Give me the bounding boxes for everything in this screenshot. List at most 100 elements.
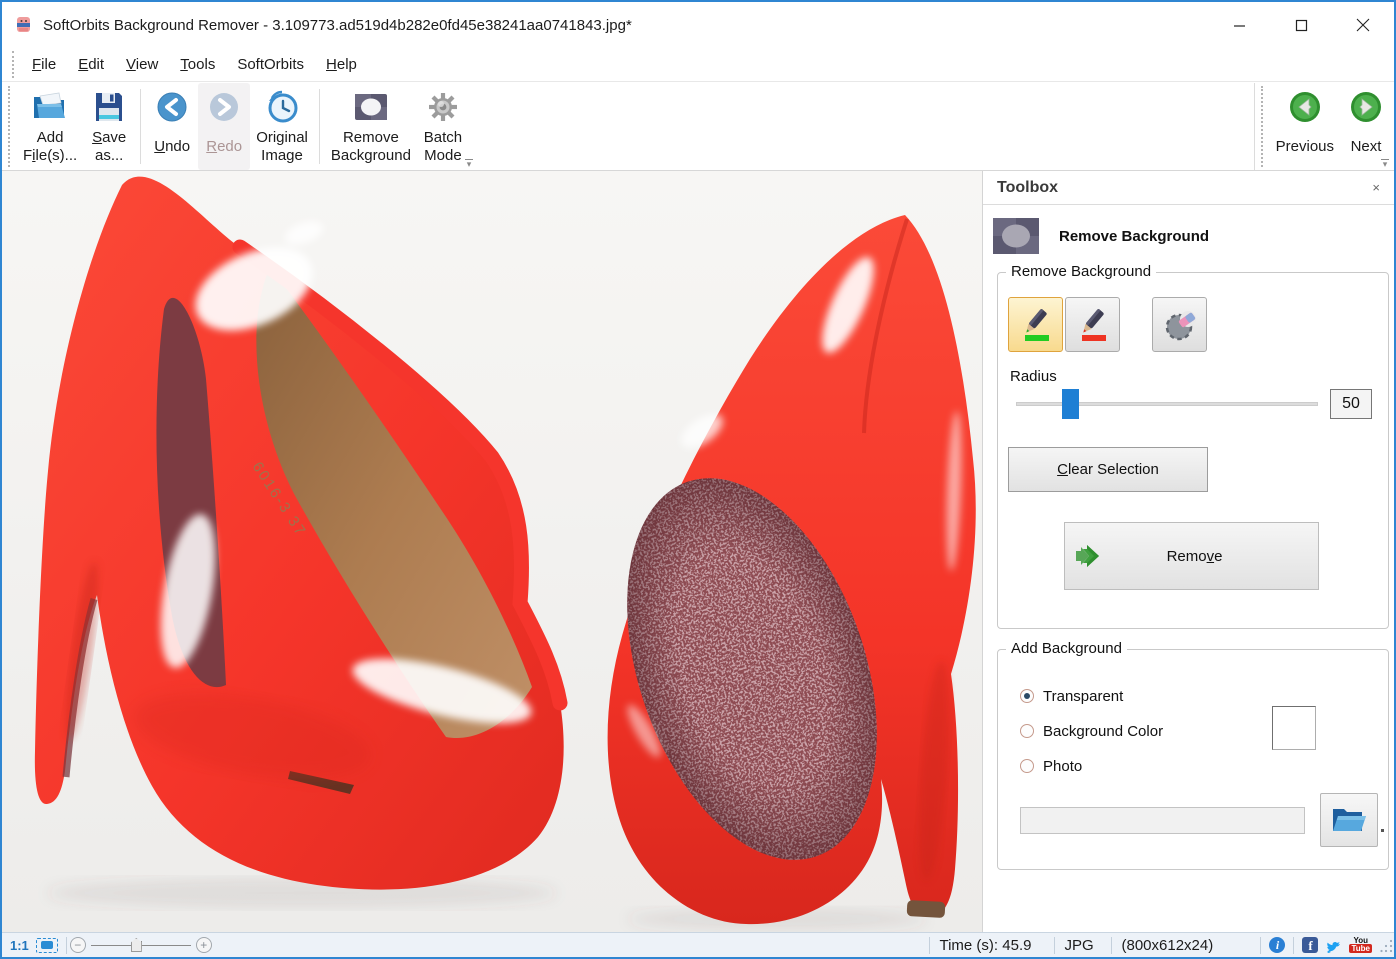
radius-value-input[interactable] <box>1330 389 1372 419</box>
maximize-icon <box>1295 19 1308 32</box>
statusbar: 1:1 − + Time (s): 45.9 JPG (800x612x24) … <box>2 932 1394 957</box>
history-clock-icon <box>265 88 299 126</box>
tool-head-label: Remove Background <box>1059 228 1209 245</box>
menu-file[interactable]: File <box>32 56 56 73</box>
smart-eraser-icon <box>1160 305 1200 345</box>
statusbar-separator <box>1260 937 1261 954</box>
redo-label: Redo <box>206 138 242 156</box>
remove-button[interactable]: Remove <box>1064 522 1319 590</box>
maximize-button[interactable] <box>1270 2 1332 48</box>
original-image-label-1: Original <box>256 129 308 147</box>
next-icon <box>1349 88 1383 126</box>
photo-path-input[interactable] <box>1020 807 1305 834</box>
batch-gear-icon <box>426 88 460 126</box>
zoom-out-icon[interactable]: − <box>70 937 86 953</box>
save-as-label-2: as... <box>95 147 123 165</box>
redo-icon <box>208 88 240 126</box>
photo-label: Photo <box>1043 758 1082 775</box>
photo-radio[interactable] <box>1020 759 1034 773</box>
zoom-in-icon[interactable]: + <box>196 937 212 953</box>
tool-head: Remove Background <box>983 205 1394 264</box>
titlebar: SoftOrbits Background Remover - 3.109773… <box>2 2 1394 48</box>
menubar: File Edit View Tools SoftOrbits Help <box>2 48 1394 82</box>
toolbox-title: Toolbox <box>997 179 1058 197</box>
minimize-button[interactable] <box>1208 2 1270 48</box>
remove-background-group-label: Remove Background <box>1006 263 1156 280</box>
toolbar: Add File(s)... Save as... <box>2 82 1394 171</box>
close-icon <box>1356 18 1370 32</box>
previous-label: Previous <box>1276 138 1334 156</box>
minimize-icon <box>1233 19 1246 32</box>
undo-label: Undo <box>154 138 190 156</box>
background-color-option[interactable]: Background Color <box>1020 720 1378 742</box>
remove-background-label-2: Background <box>331 147 411 165</box>
menubar-grip[interactable] <box>12 51 17 78</box>
nav-toolbar-overflow-chevron[interactable]: ▾ <box>1380 159 1390 168</box>
transparent-radio[interactable] <box>1020 689 1034 703</box>
info-icon[interactable]: i <box>1269 937 1285 953</box>
original-image-button[interactable]: Original Image <box>250 83 314 170</box>
zoom-ratio-button[interactable]: 1:1 <box>10 938 29 953</box>
browse-photo-button[interactable] <box>1320 793 1378 847</box>
redo-button[interactable]: Redo <box>198 83 250 170</box>
remove-background-label-1: Remove <box>343 129 399 147</box>
navigation-toolbar: Previous Next <box>1254 83 1392 170</box>
remove-arrow-icon <box>1075 544 1105 568</box>
browse-more-dot <box>1381 829 1384 832</box>
background-color-swatch[interactable] <box>1272 706 1316 750</box>
toolbox-close-icon[interactable]: × <box>1372 180 1380 195</box>
image-canvas[interactable]: 6016-3 37 <box>2 171 982 932</box>
mark-remove-tool-button[interactable] <box>1065 297 1120 352</box>
menu-edit[interactable]: Edit <box>78 56 104 73</box>
mark-keep-tool-button[interactable] <box>1008 297 1063 352</box>
youtube-icon[interactable]: You Tube <box>1349 937 1372 953</box>
close-button[interactable] <box>1332 2 1394 48</box>
transparent-label: Transparent <box>1043 688 1123 705</box>
toolbox-panel: Toolbox × Remove Background Remove Backg… <box>982 171 1394 932</box>
add-files-button[interactable]: Add File(s)... <box>17 83 83 170</box>
original-image-label-2: Image <box>261 147 303 165</box>
add-files-label-1: Add <box>37 129 64 147</box>
previous-icon <box>1288 88 1322 126</box>
background-color-radio[interactable] <box>1020 724 1034 738</box>
menu-tools[interactable]: Tools <box>180 56 215 73</box>
save-floppy-icon <box>94 88 124 126</box>
window-title: SoftOrbits Background Remover - 3.109773… <box>43 17 632 34</box>
add-files-folder-icon <box>31 88 69 126</box>
menu-softorbits[interactable]: SoftOrbits <box>237 56 304 73</box>
radius-slider-thumb[interactable] <box>1062 389 1079 419</box>
batch-mode-button[interactable]: Batch Mode <box>417 83 469 170</box>
remove-background-button[interactable]: Remove Background <box>325 83 417 170</box>
app-window: SoftOrbits Background Remover - 3.109773… <box>0 0 1396 959</box>
twitter-icon[interactable] <box>1325 938 1342 953</box>
remove-background-icon <box>354 88 388 126</box>
background-color-label: Background Color <box>1043 723 1163 740</box>
menu-view[interactable]: View <box>126 56 158 73</box>
remove-button-label: Remove <box>1105 548 1284 565</box>
transparent-option[interactable]: Transparent <box>1020 685 1378 707</box>
facebook-icon[interactable]: f <box>1302 937 1318 953</box>
radius-slider[interactable] <box>1016 387 1318 421</box>
zoom-slider[interactable] <box>91 937 191 953</box>
smart-eraser-tool-button[interactable] <box>1152 297 1207 352</box>
open-folder-icon <box>1330 804 1368 836</box>
menu-help[interactable]: Help <box>326 56 357 73</box>
processing-time: Time (s): 45.9 <box>930 937 1054 954</box>
save-as-button[interactable]: Save as... <box>83 83 135 170</box>
green-marker-icon <box>1017 306 1055 344</box>
clear-selection-button[interactable]: Clear Selection <box>1008 447 1208 492</box>
add-background-group: Add Background Transparent Background Co… <box>997 649 1389 870</box>
next-label: Next <box>1351 138 1382 156</box>
toolbar-grip[interactable] <box>8 86 13 167</box>
fit-to-screen-icon[interactable] <box>36 938 58 953</box>
batch-mode-label-1: Batch <box>424 129 462 147</box>
previous-button[interactable]: Previous <box>1270 83 1340 170</box>
remove-background-tool-icon <box>993 218 1039 254</box>
nav-toolbar-grip[interactable] <box>1261 86 1266 167</box>
undo-button[interactable]: Undo <box>146 83 198 170</box>
window-resize-grip[interactable] <box>1380 933 1394 957</box>
photo-option[interactable]: Photo <box>1020 755 1378 777</box>
next-button[interactable]: Next <box>1340 83 1392 170</box>
toolbar-overflow-chevron[interactable]: ▾ <box>464 159 474 168</box>
remove-background-group: Remove Background <box>997 272 1389 629</box>
